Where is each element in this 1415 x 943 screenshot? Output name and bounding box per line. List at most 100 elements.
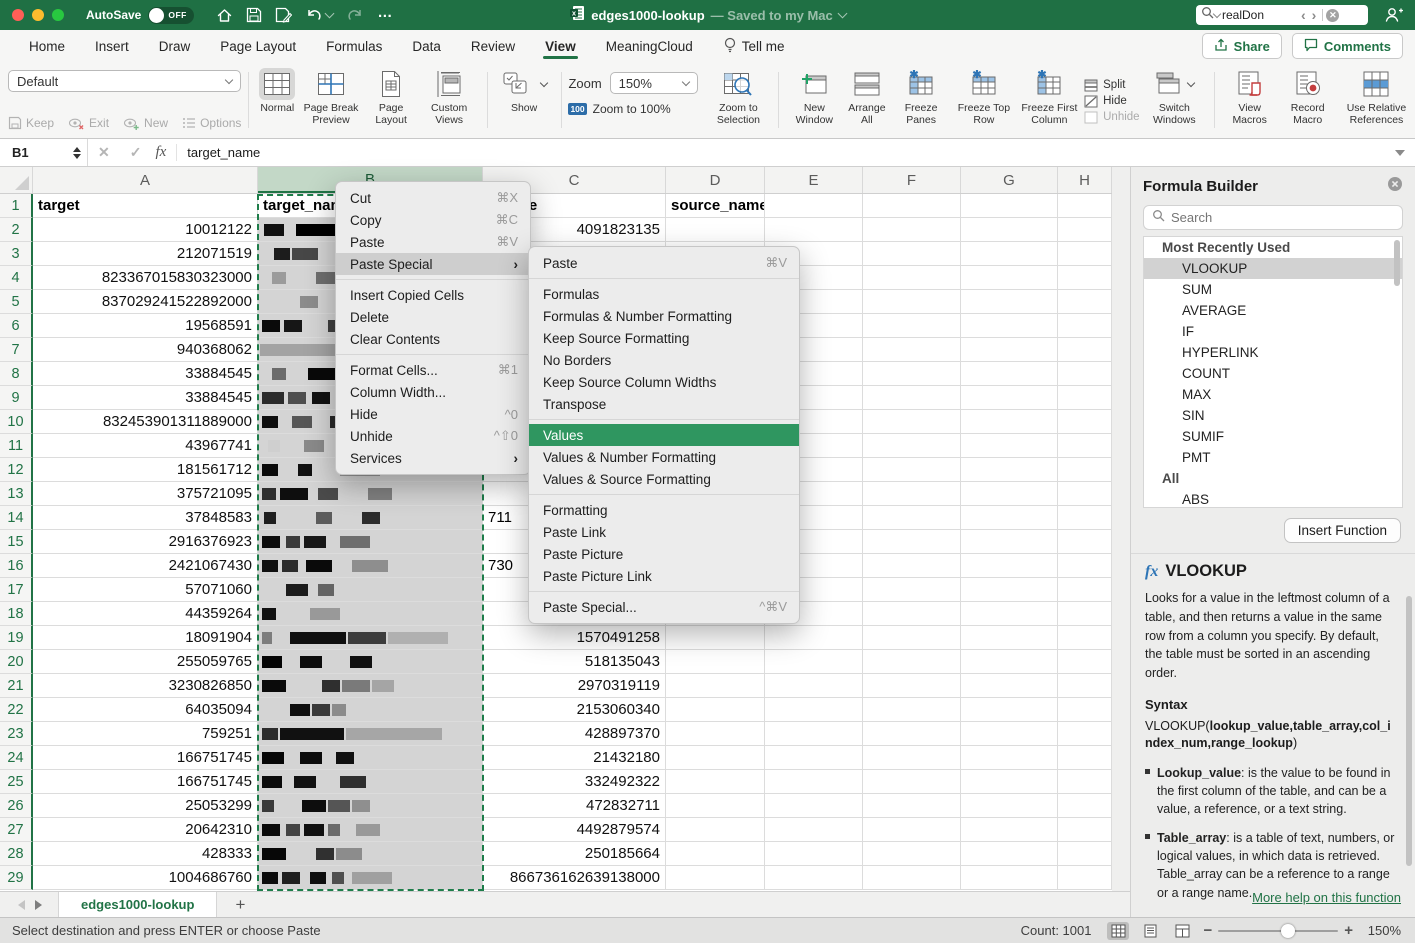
grid-cell-A4[interactable]: 823367015830323000 (33, 266, 258, 290)
exit-button[interactable]: Exit (68, 116, 109, 130)
normal-view-button[interactable]: Normal (256, 66, 298, 136)
grid-cell-G9[interactable] (961, 386, 1058, 410)
menu-item-insert-copied-cells[interactable]: Insert Copied Cells (336, 284, 530, 306)
add-sheet-button[interactable]: + (235, 895, 245, 915)
grid-cell-G28[interactable] (961, 842, 1058, 866)
grid-cell-E21[interactable] (765, 674, 863, 698)
cancel-entry-icon[interactable]: ✕ (88, 144, 120, 161)
grid-cell-A25[interactable]: 166751745 (33, 770, 258, 794)
grid-cell-D26[interactable] (666, 794, 765, 818)
titlebar-search[interactable]: ‹ › ✕ (1196, 5, 1368, 25)
grid-cell-D21[interactable] (666, 674, 765, 698)
grid-cell-H9[interactable] (1058, 386, 1112, 410)
grid-cell-F8[interactable] (863, 362, 961, 386)
zoom-in-icon[interactable]: + (1344, 922, 1353, 939)
grid-cell-G29[interactable] (961, 866, 1058, 890)
row-header-22[interactable]: 22 (0, 698, 33, 722)
grid-cell-H5[interactable] (1058, 290, 1112, 314)
fullscreen-window-button[interactable] (52, 9, 64, 21)
tab-review[interactable]: Review (471, 30, 515, 62)
menu-item-hide[interactable]: Hide^0 (336, 403, 530, 425)
grid-cell-B17[interactable] (258, 578, 483, 602)
menu-item-delete[interactable]: Delete (336, 306, 530, 328)
name-box-stepper[interactable] (73, 147, 81, 159)
column-header-A[interactable]: A (33, 167, 258, 193)
grid-cell-E22[interactable] (765, 698, 863, 722)
grid-cell-F27[interactable] (863, 818, 961, 842)
arrange-all-button[interactable]: Arrange All (843, 66, 891, 136)
function-item-max[interactable]: MAX (1144, 384, 1402, 405)
grid-cell-G17[interactable] (961, 578, 1058, 602)
grid-cell-E20[interactable] (765, 650, 863, 674)
grid-cell-F19[interactable] (863, 626, 961, 650)
grid-cell-G11[interactable] (961, 434, 1058, 458)
grid-cell-D29[interactable] (666, 866, 765, 890)
row-header-11[interactable]: 11 (0, 434, 33, 458)
grid-cell-C19[interactable]: 1570491258 (483, 626, 666, 650)
grid-cell-H17[interactable] (1058, 578, 1112, 602)
function-item-hyperlink[interactable]: HYPERLINK (1144, 342, 1402, 363)
grid-cell-A5[interactable]: 837029241522892000 (33, 290, 258, 314)
submenu-item-paste-picture-link[interactable]: Paste Picture Link (529, 565, 799, 587)
grid-cell-F16[interactable] (863, 554, 961, 578)
grid-cell-B25[interactable] (258, 770, 483, 794)
grid-cell-H16[interactable] (1058, 554, 1112, 578)
search-scope-chevron-icon[interactable] (1213, 9, 1221, 17)
row-header-25[interactable]: 25 (0, 770, 33, 794)
grid-cell-G7[interactable] (961, 338, 1058, 362)
submenu-item-formulas-number-formatting[interactable]: Formulas & Number Formatting (529, 305, 799, 327)
grid-cell-B16[interactable] (258, 554, 483, 578)
column-header-H[interactable]: H (1058, 167, 1112, 193)
grid-cell-E19[interactable] (765, 626, 863, 650)
grid-cell-C25[interactable]: 332492322 (483, 770, 666, 794)
save-icon[interactable] (246, 7, 262, 23)
grid-cell-D24[interactable] (666, 746, 765, 770)
row-header-5[interactable]: 5 (0, 290, 33, 314)
function-item-average[interactable]: AVERAGE (1144, 300, 1402, 321)
grid-cell-D25[interactable] (666, 770, 765, 794)
page-break-preview-button[interactable]: Page Break Preview (298, 66, 364, 136)
submenu-item-formulas[interactable]: Formulas (529, 283, 799, 305)
grid-cell-F5[interactable] (863, 290, 961, 314)
row-header-2[interactable]: 2 (0, 218, 33, 242)
grid-cell-H4[interactable] (1058, 266, 1112, 290)
row-header-6[interactable]: 6 (0, 314, 33, 338)
grid-cell-E24[interactable] (765, 746, 863, 770)
function-item-sin[interactable]: SIN (1144, 405, 1402, 426)
function-list-scrollbar[interactable] (1394, 240, 1400, 286)
grid-cell-A14[interactable]: 37848583 (33, 506, 258, 530)
confirm-entry-icon[interactable]: ✓ (120, 144, 152, 161)
grid-cell-A28[interactable]: 428333 (33, 842, 258, 866)
grid-cell-D19[interactable] (666, 626, 765, 650)
grid-cell-A22[interactable]: 64035094 (33, 698, 258, 722)
grid-cell-B29[interactable] (258, 866, 483, 890)
save-as-icon[interactable] (275, 7, 292, 23)
sheet-view-dropdown[interactable]: Default (8, 70, 241, 92)
grid-cell-H11[interactable] (1058, 434, 1112, 458)
description-scrollbar[interactable] (1406, 596, 1412, 866)
grid-cell-F4[interactable] (863, 266, 961, 290)
prev-sheet-icon[interactable] (18, 900, 25, 910)
grid-cell-G26[interactable] (961, 794, 1058, 818)
column-header-G[interactable]: G (961, 167, 1058, 193)
grid-cell-B28[interactable] (258, 842, 483, 866)
grid-cell-C28[interactable]: 250185664 (483, 842, 666, 866)
grid-cell-B20[interactable] (258, 650, 483, 674)
menu-item-paste-special[interactable]: Paste Special› (336, 253, 530, 275)
row-header-18[interactable]: 18 (0, 602, 33, 626)
row-header-19[interactable]: 19 (0, 626, 33, 650)
grid-cell-C23[interactable]: 428897370 (483, 722, 666, 746)
grid-cell-B13[interactable] (258, 482, 483, 506)
grid-cell-H27[interactable] (1058, 818, 1112, 842)
zoom-to-selection-button[interactable]: Zoom to Selection (706, 66, 772, 136)
function-search-box[interactable] (1143, 205, 1403, 230)
function-item-abs[interactable]: ABS (1144, 489, 1402, 508)
grid-cell-A29[interactable]: 1004686760 (33, 866, 258, 890)
grid-cell-F7[interactable] (863, 338, 961, 362)
grid-cell-H19[interactable] (1058, 626, 1112, 650)
grid-cell-C26[interactable]: 472832711 (483, 794, 666, 818)
menu-item-copy[interactable]: Copy⌘C (336, 209, 530, 231)
insert-function-icon[interactable]: fx (151, 144, 177, 161)
grid-cell-C27[interactable]: 4492879574 (483, 818, 666, 842)
grid-cell-A11[interactable]: 43967741 (33, 434, 258, 458)
